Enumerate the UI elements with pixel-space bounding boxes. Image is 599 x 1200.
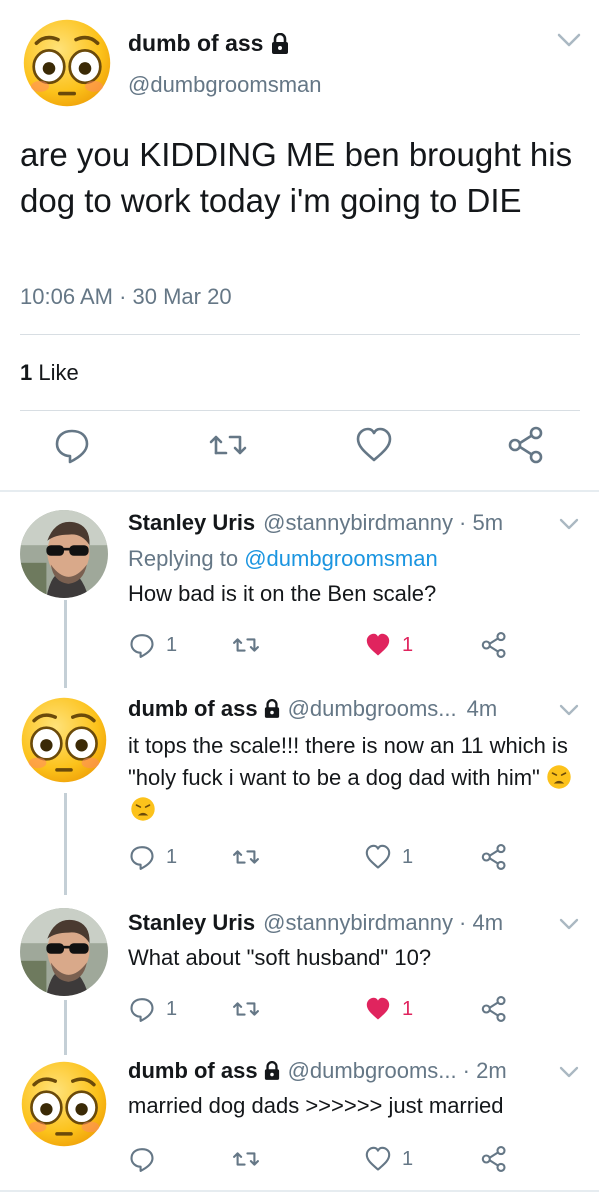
retweet-button[interactable] — [232, 630, 260, 660]
heart-icon — [365, 844, 391, 869]
chevron-down-icon[interactable] — [558, 916, 580, 932]
reply-text: married dog dads >>>>>> just married — [128, 1093, 504, 1118]
like-count-stat[interactable]: 1 Like — [20, 360, 79, 386]
avatar[interactable] — [20, 510, 108, 598]
lock-icon — [272, 32, 289, 54]
author-name[interactable]: Stanley Uris — [128, 910, 255, 936]
divider — [20, 410, 580, 411]
like-count: 1 — [20, 360, 33, 385]
author-handle[interactable]: @dumbgroomsman — [128, 72, 322, 98]
share-icon[interactable] — [506, 425, 546, 465]
author-name[interactable]: Stanley Uris — [128, 510, 255, 536]
heart-filled-icon — [366, 633, 390, 656]
like-count: 1 — [402, 1147, 414, 1170]
chevron-down-icon[interactable] — [558, 702, 580, 718]
retweet-button[interactable] — [232, 1144, 260, 1174]
author-name[interactable]: dumb of ass — [128, 1058, 258, 1084]
like-icon[interactable] — [354, 425, 394, 465]
heart-filled-icon — [366, 997, 390, 1020]
author-handle[interactable]: @dumbgrooms... — [288, 1058, 457, 1084]
avatar[interactable] — [20, 696, 108, 784]
reply-tweet[interactable]: Stanley Uris @stannybirdmanny · 4m What … — [0, 898, 599, 1048]
avatar[interactable] — [20, 1060, 108, 1148]
replying-to-label: Replying to — [128, 546, 239, 571]
reply-icon — [130, 846, 154, 870]
like-label: Like — [38, 360, 79, 385]
reply-actions: 1 1 — [128, 994, 568, 1028]
like-button[interactable]: 1 — [364, 842, 413, 872]
like-button[interactable]: 1 — [364, 630, 413, 660]
reply-text-content: it tops the scale!!! there is now an 11 … — [128, 733, 568, 790]
tweet-actions — [0, 425, 599, 475]
share-icon — [481, 844, 506, 870]
share-icon — [481, 632, 506, 658]
chevron-down-icon[interactable] — [556, 30, 582, 50]
reply-text: How bad is it on the Ben scale? — [128, 581, 437, 606]
retweet-icon — [233, 850, 259, 864]
reply-text: it tops the scale!!! there is now an 11 … — [128, 730, 588, 826]
heart-icon — [365, 1146, 391, 1171]
author-handle[interactable]: @stannybirdmanny — [263, 910, 453, 936]
like-count: 1 — [402, 997, 414, 1020]
reply-time: · 2m — [462, 1058, 507, 1083]
reply-tweet[interactable]: dumb of ass @dumbgrooms... · 2m married … — [0, 1050, 599, 1195]
share-icon — [481, 996, 506, 1022]
reply-icon[interactable] — [52, 425, 92, 465]
chevron-down-icon[interactable] — [558, 516, 580, 532]
divider — [0, 1190, 599, 1192]
author-name[interactable]: dumb of ass — [128, 696, 258, 722]
author-name[interactable]: dumb of ass — [128, 30, 289, 57]
reply-button[interactable]: 1 — [128, 994, 177, 1024]
share-button[interactable] — [480, 842, 508, 872]
like-button[interactable]: 1 — [364, 994, 413, 1024]
author-name-text: dumb of ass — [128, 30, 264, 56]
reply-actions: 1 1 — [128, 842, 568, 876]
lock-icon — [264, 1061, 280, 1081]
weary-face-icon — [131, 797, 155, 821]
retweet-button[interactable] — [232, 994, 260, 1024]
divider — [0, 490, 599, 492]
author-handle[interactable]: @dumbgrooms... — [288, 696, 457, 722]
retweet-icon — [233, 1002, 259, 1016]
reply-button[interactable] — [128, 1144, 166, 1174]
author-handle[interactable]: @stannybirdmanny — [263, 510, 453, 536]
like-count: 1 — [402, 845, 414, 868]
avatar[interactable] — [20, 908, 108, 996]
tweet-timestamp[interactable]: 10:06 AM · 30 Mar 20 — [20, 284, 232, 310]
reply-actions: 1 1 — [128, 630, 568, 664]
avatar[interactable] — [22, 18, 112, 108]
retweet-icon[interactable] — [208, 425, 248, 465]
share-icon — [481, 1146, 506, 1172]
weary-face-icon — [547, 765, 571, 789]
reply-count: 1 — [166, 633, 178, 656]
reply-time: · 4m — [459, 910, 504, 935]
lock-icon — [264, 699, 280, 719]
like-count: 1 — [402, 633, 414, 656]
reply-button[interactable]: 1 — [128, 630, 177, 660]
share-button[interactable] — [480, 1144, 508, 1174]
reply-actions: 1 — [128, 1144, 568, 1178]
share-button[interactable] — [480, 994, 508, 1024]
reply-icon — [130, 634, 154, 658]
reply-icon — [130, 1148, 154, 1172]
share-button[interactable] — [480, 630, 508, 660]
reply-icon — [130, 998, 154, 1022]
replying-to: Replying to @dumbgroomsman — [128, 546, 438, 572]
retweet-button[interactable] — [232, 842, 260, 872]
retweet-icon — [233, 638, 259, 652]
reply-button[interactable]: 1 — [128, 842, 177, 872]
reply-count: 1 — [166, 845, 178, 868]
reply-tweet[interactable]: Stanley Uris @stannybirdmanny · 5m Reply… — [0, 500, 599, 680]
divider — [20, 334, 580, 335]
reply-time: 4m — [466, 696, 498, 721]
like-button[interactable]: 1 — [364, 1144, 413, 1174]
tweet-text: are you KIDDING ME ben brought his dog t… — [20, 136, 573, 219]
reply-text: What about "soft husband" 10? — [128, 945, 432, 970]
retweet-icon — [233, 1152, 259, 1166]
reply-tweet[interactable]: dumb of ass @dumbgrooms... 4m it tops th… — [0, 688, 599, 898]
replying-to-link[interactable]: @dumbgroomsman — [244, 546, 438, 571]
reply-time: · 5m — [459, 510, 504, 535]
chevron-down-icon[interactable] — [558, 1064, 580, 1080]
reply-count: 1 — [166, 997, 178, 1020]
